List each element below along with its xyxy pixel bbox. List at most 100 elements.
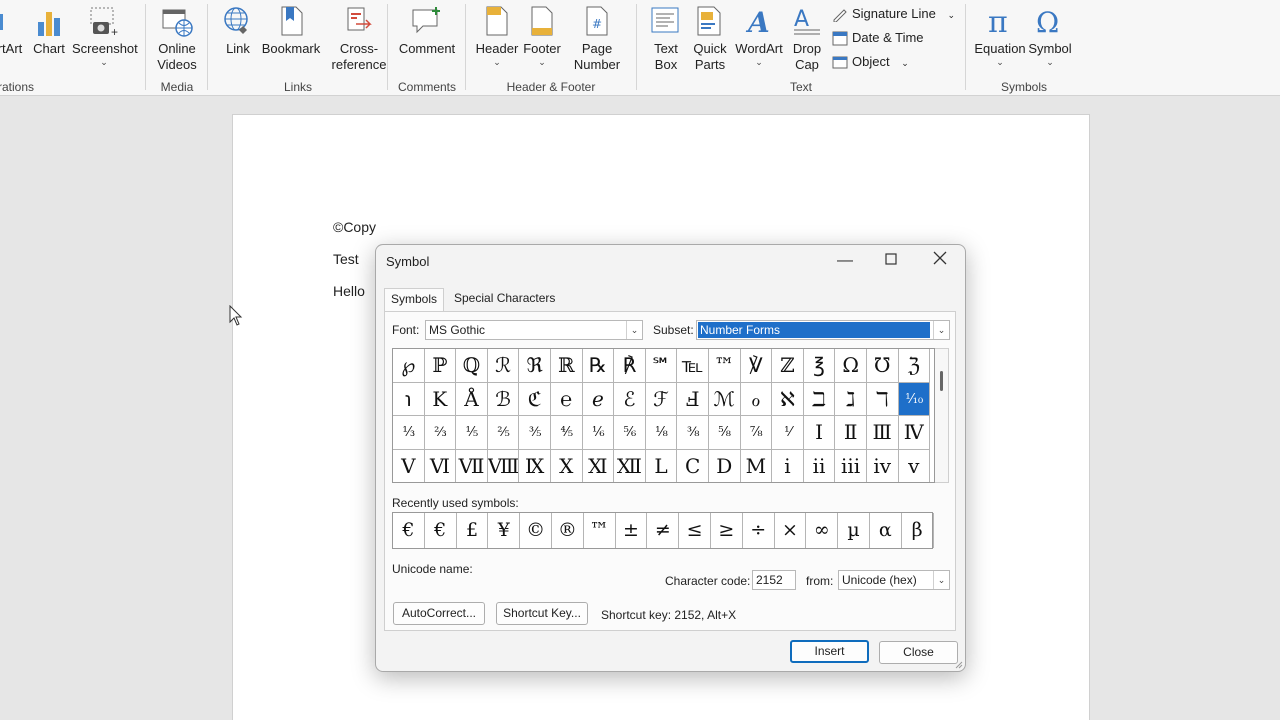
symbol-cell[interactable]: Ⅎ bbox=[677, 382, 709, 416]
symbol-cell[interactable]: ℯ bbox=[582, 382, 615, 416]
recent-symbol-cell[interactable]: € bbox=[425, 513, 457, 548]
symbol-cell[interactable]: ℘ bbox=[393, 349, 425, 383]
insert-button[interactable]: Insert bbox=[790, 640, 869, 663]
symbol-cell[interactable]: Ⅿ bbox=[741, 449, 773, 482]
symbol-cell[interactable]: ℸ bbox=[866, 382, 899, 416]
comment-button[interactable]: Comment bbox=[396, 4, 458, 57]
recent-symbol-cell[interactable]: € bbox=[393, 513, 425, 548]
link-button[interactable]: Link bbox=[220, 4, 256, 57]
symbol-cell[interactable]: ℩ bbox=[393, 382, 425, 416]
character-code-input[interactable]: 2152 bbox=[752, 570, 796, 590]
cross-reference-button[interactable]: Cross- reference bbox=[326, 4, 392, 73]
symbol-cell[interactable]: ⅴ bbox=[899, 449, 931, 482]
symbol-cell[interactable]: ⅜ bbox=[677, 416, 709, 450]
recent-symbol-cell[interactable]: ÷ bbox=[743, 513, 775, 548]
date-time-button[interactable]: Date & Time bbox=[832, 27, 924, 49]
recent-symbol-cell[interactable]: ≠ bbox=[647, 513, 680, 548]
symbol-cell[interactable]: ℵ bbox=[772, 382, 804, 416]
symbol-cell[interactable]: ℮ bbox=[550, 382, 583, 416]
symbol-cell[interactable]: ℚ bbox=[456, 349, 488, 383]
symbol-cell[interactable]: ⅘ bbox=[550, 416, 583, 450]
symbol-button[interactable]: Ω Symbol ⌄ bbox=[1026, 4, 1074, 67]
symbol-grid[interactable]: ℘ ℙ ℚ ℛ ℜ ℝ ℞ ℟ ℠ ℡ ™ ℣ ℤ ℥ Ω ℧ ℨ ℩ K Å ℬ ℭ ℮ ℯ ℰ ℱ Ⅎ ℳℴ ℵ ℶ ℷ ℸ ⅒ ⅓ ⅔ ⅕ ⅖ ⅗ ⅘… bbox=[392, 348, 935, 483]
scrollbar-thumb[interactable] bbox=[940, 371, 943, 391]
document-line[interactable]: Test bbox=[333, 251, 359, 267]
chevron-down-icon[interactable]: ⌄ bbox=[626, 321, 642, 339]
symbol-cell[interactable]: ℷ bbox=[835, 382, 867, 416]
screenshot-button[interactable]: + Screenshot ⌄ bbox=[72, 4, 138, 67]
autocorrect-button[interactable]: AutoCorrect... bbox=[393, 602, 485, 625]
symbol-cell[interactable]: Ⅼ bbox=[646, 449, 678, 482]
recent-symbol-cell[interactable]: £ bbox=[457, 513, 489, 548]
maximize-button[interactable] bbox=[874, 249, 908, 273]
symbol-cell[interactable]: ⅖ bbox=[487, 416, 520, 450]
symbol-cell[interactable]: ℰ bbox=[614, 382, 646, 416]
symbol-cell[interactable]: ℨ bbox=[898, 349, 931, 383]
symbol-cell[interactable]: ⅕ bbox=[456, 416, 488, 450]
page-number-button[interactable]: # Page Number bbox=[566, 4, 628, 73]
symbol-cell[interactable]: ℬ bbox=[487, 382, 520, 416]
tab-symbols[interactable]: Symbols bbox=[384, 288, 445, 312]
symbol-cell[interactable]: ℥ bbox=[803, 349, 836, 383]
symbol-cell[interactable]: ℣ bbox=[740, 349, 773, 383]
minimize-button[interactable]: — bbox=[828, 249, 862, 273]
symbol-cell[interactable]: ⅞ bbox=[740, 416, 773, 450]
equation-button[interactable]: π Equation ⌄ bbox=[974, 4, 1026, 67]
chart-button[interactable]: Chart bbox=[30, 4, 68, 57]
symbol-cell[interactable]: Ⅶ bbox=[456, 449, 488, 482]
object-button[interactable]: Object ⌄ bbox=[832, 51, 909, 73]
recent-symbol-cell[interactable]: ¥ bbox=[488, 513, 521, 548]
wordart-button[interactable]: A WordArt ⌄ bbox=[733, 4, 785, 67]
document-line[interactable]: ©Copy bbox=[333, 219, 376, 235]
symbol-cell[interactable]: ℳ bbox=[708, 382, 741, 416]
symbol-cell[interactable]: K bbox=[424, 382, 457, 416]
symbol-cell[interactable]: Å bbox=[456, 382, 488, 416]
recent-symbol-cell[interactable]: ≥ bbox=[711, 513, 743, 548]
symbol-cell[interactable]: Ⅵ bbox=[425, 449, 457, 482]
from-select[interactable]: Unicode (hex) ⌄ bbox=[838, 570, 950, 590]
symbol-cell[interactable]: Ⅸ bbox=[519, 449, 551, 482]
symbol-cell[interactable]: ⅒ bbox=[898, 382, 931, 416]
recent-symbol-cell[interactable]: ± bbox=[616, 513, 648, 548]
symbol-cell[interactable]: ⅱ bbox=[804, 449, 836, 482]
close-button[interactable]: Close bbox=[879, 641, 958, 664]
symbol-cell[interactable]: Ⅰ bbox=[803, 416, 836, 450]
symbol-cell[interactable]: Ⅽ bbox=[677, 449, 709, 482]
symbol-cell[interactable]: ℜ bbox=[519, 349, 551, 383]
recent-symbol-cell[interactable]: ≤ bbox=[679, 513, 711, 548]
symbol-cell[interactable]: ℠ bbox=[645, 349, 678, 383]
chevron-down-icon[interactable]: ⌄ bbox=[933, 321, 949, 339]
tab-special-characters[interactable]: Special Characters bbox=[448, 288, 561, 310]
signature-line-button[interactable]: Signature Line ⌄ bbox=[832, 3, 955, 25]
symbol-cell[interactable]: Ⅲ bbox=[866, 416, 899, 450]
symbol-cell[interactable]: ℡ bbox=[677, 349, 709, 383]
symbol-cell[interactable]: ℱ bbox=[645, 382, 678, 416]
symbol-cell[interactable]: Ⅹ bbox=[551, 449, 583, 482]
symbol-cell[interactable]: ℝ bbox=[550, 349, 583, 383]
close-window-button[interactable] bbox=[923, 249, 957, 273]
subset-select[interactable]: Number Forms ⌄ bbox=[696, 320, 950, 340]
text-box-button[interactable]: Text Box bbox=[647, 4, 685, 73]
quick-parts-button[interactable]: Quick Parts bbox=[689, 4, 731, 73]
chevron-down-icon[interactable]: ⌄ bbox=[933, 571, 949, 589]
symbol-cell[interactable]: ℶ bbox=[803, 382, 836, 416]
symbol-cell[interactable]: ℛ bbox=[487, 349, 520, 383]
symbol-cell[interactable]: Ⅺ bbox=[583, 449, 615, 482]
symbol-cell[interactable]: ⅲ bbox=[835, 449, 867, 482]
symbol-cell[interactable]: ⅓ bbox=[393, 416, 425, 450]
symbol-cell[interactable]: Ⅴ bbox=[393, 449, 425, 482]
recent-symbol-cell[interactable]: © bbox=[520, 513, 552, 548]
symbol-grid-scrollbar[interactable] bbox=[935, 348, 949, 483]
symbol-cell[interactable]: Ⅻ bbox=[614, 449, 646, 482]
symbol-cell[interactable]: Ⅱ bbox=[835, 416, 867, 450]
symbol-cell[interactable]: ™ bbox=[708, 349, 741, 383]
recent-symbols-grid[interactable]: € € £ ¥ © ® ™ ± ≠ ≤ ≥ ÷ × ∞ µ α β bbox=[392, 512, 934, 549]
symbol-cell[interactable]: ⅳ bbox=[867, 449, 899, 482]
symbol-cell[interactable]: ⅟ bbox=[772, 416, 804, 450]
symbol-cell[interactable]: ⅛ bbox=[645, 416, 678, 450]
symbol-cell[interactable]: ℙ bbox=[424, 349, 457, 383]
resize-grip-icon[interactable] bbox=[955, 661, 963, 669]
shortcut-key-button[interactable]: Shortcut Key... bbox=[496, 602, 588, 625]
symbol-cell[interactable]: Ⅷ bbox=[488, 449, 520, 482]
symbol-cell[interactable]: ℤ bbox=[772, 349, 804, 383]
